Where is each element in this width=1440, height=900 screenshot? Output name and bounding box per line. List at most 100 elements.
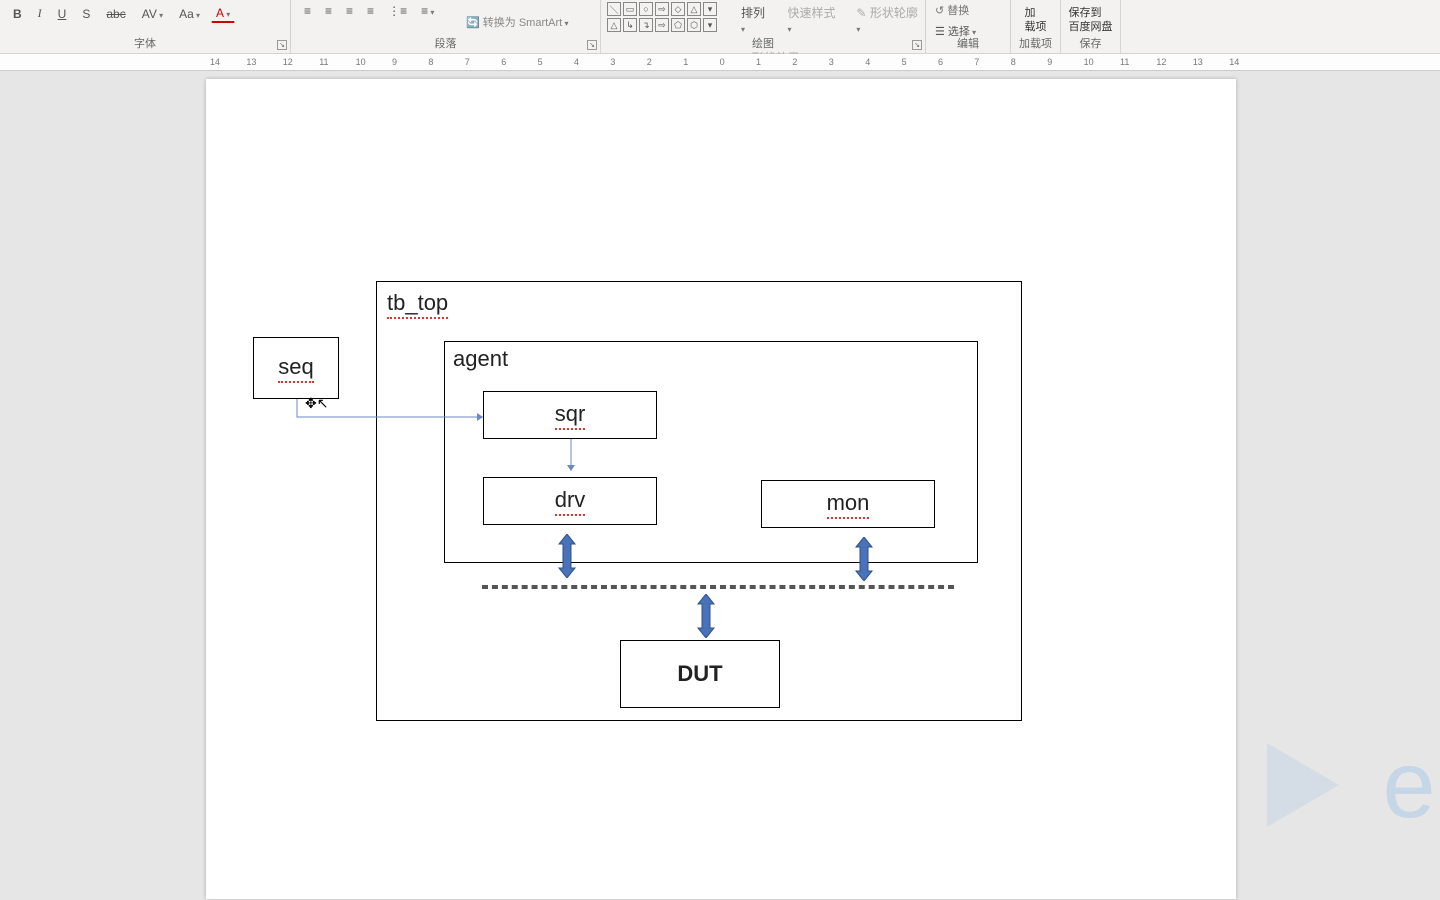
smartart-row: 🔄 转换为 SmartArt [461, 12, 573, 32]
ribbon-group-addin-label: 加载项 [1011, 35, 1060, 53]
watermark-text: ev [1383, 731, 1440, 840]
ruler-tick: 3 [610, 54, 615, 70]
drawing-dialog-launcher[interactable]: ↘ [912, 40, 922, 50]
select-button[interactable]: ☰ 选择 [930, 21, 981, 41]
align-justify-button[interactable]: ≡ [362, 2, 379, 20]
ribbon: B I U S abc AV Aa A 字体 ↘ ≡ ≡ ≡ ≡ ⋮≡ ≡ 🔄 … [0, 0, 1440, 54]
font-dialog-launcher[interactable]: ↘ [277, 40, 287, 50]
change-case-button[interactable]: Aa [174, 5, 205, 23]
ruler-tick: 6 [501, 54, 506, 70]
ruler-tick: 6 [938, 54, 943, 70]
watermark-play-icon [1243, 725, 1363, 845]
ribbon-group-paragraph: ≡ ≡ ≡ ≡ ⋮≡ ≡ 🔄 转换为 SmartArt 段落 ↘ [290, 0, 600, 53]
shape-mon-label: mon [827, 490, 870, 519]
ruler-tick: 14 [210, 54, 220, 70]
ruler-tick: 9 [392, 54, 397, 70]
addin-button[interactable]: 加 载项 [1011, 0, 1060, 35]
align-left-button[interactable]: ≡ [299, 2, 316, 20]
shape-dut-label: DUT [677, 661, 722, 687]
shape-line-icon[interactable]: ＼ [607, 2, 621, 16]
ruler-tick: 10 [356, 54, 366, 70]
ruler-tick: 5 [902, 54, 907, 70]
ruler-tick: 12 [283, 54, 293, 70]
ruler-tick: 3 [829, 54, 834, 70]
shape-drv[interactable]: drv [483, 477, 657, 525]
char-spacing-button[interactable]: AV [137, 5, 168, 23]
replace-button[interactable]: ↺ 替换 [930, 0, 974, 20]
shape-elbow-icon[interactable]: ↴ [639, 18, 653, 32]
shape-hex-icon[interactable]: ⬡ [687, 18, 701, 32]
shape-rarrow-icon[interactable]: ⇨ [655, 18, 669, 32]
ribbon-group-font-label: 字体 [0, 35, 290, 53]
shape-expand-icon[interactable]: ▾ [703, 18, 717, 32]
underline-button[interactable]: U [53, 5, 72, 23]
ribbon-group-save-label: 保存 [1061, 35, 1120, 53]
save-baidu-button[interactable]: 保存到 百度网盘 [1061, 0, 1120, 35]
ruler-tick: 7 [465, 54, 470, 70]
font-color-button[interactable]: A [211, 4, 235, 23]
shape-agent[interactable]: agent [444, 341, 978, 563]
shape-seq[interactable]: seq [253, 337, 339, 399]
ribbon-group-addin: 加 载项 加载项 [1010, 0, 1060, 53]
ruler-tick: 9 [1047, 54, 1052, 70]
arrow-seq-to-sqr[interactable] [293, 397, 493, 425]
shape-l-icon[interactable]: ↳ [623, 18, 637, 32]
horizontal-ruler: 141312111098765432101234567891011121314 [0, 54, 1440, 71]
bold-button[interactable]: B [8, 5, 27, 23]
shape-diamond-icon[interactable]: ◇ [671, 2, 685, 16]
ribbon-group-edit: ↺ 替换 ☰ 选择 编辑 [925, 0, 1010, 53]
arrow-drv-interface[interactable] [557, 534, 577, 578]
shape-mon[interactable]: mon [761, 480, 935, 528]
shape-circle-icon[interactable]: ○ [639, 2, 653, 16]
workspace: seq ✥↖ tb_top agent sqr drv mon DUT [0, 71, 1440, 900]
shape-tri2-icon[interactable]: △ [607, 18, 621, 32]
arrow-mon-interface[interactable] [854, 537, 874, 581]
shape-tri-icon[interactable]: △ [687, 2, 701, 16]
ruler-tick: 0 [720, 54, 725, 70]
quick-style-button[interactable]: 快速样式 [782, 2, 843, 37]
ruler-tick: 4 [865, 54, 870, 70]
italic-button[interactable]: I [33, 4, 47, 23]
ruler-tick: 13 [1193, 54, 1203, 70]
arrange-button[interactable]: 排列 [736, 2, 774, 37]
shape-more-icon[interactable]: ▾ [703, 2, 717, 16]
interface-line[interactable] [482, 585, 954, 589]
ruler-tick: 4 [574, 54, 579, 70]
shape-gallery[interactable]: ＼ ▭ ○ ⇨ ◇ △ ▾ △ ↳ ↴ ⇨ ⬠ ⬡ ▾ [607, 2, 717, 32]
shape-drv-label: drv [555, 487, 586, 516]
paragraph-dialog-launcher[interactable]: ↘ [587, 40, 597, 50]
watermark: ev [1243, 725, 1440, 845]
ruler-tick: 11 [319, 54, 328, 70]
ruler-tick: 7 [974, 54, 979, 70]
shape-dut[interactable]: DUT [620, 640, 780, 708]
shape-arrow-icon[interactable]: ⇨ [655, 2, 669, 16]
shape-outline-button[interactable]: ✎ 形状轮廓 [851, 2, 925, 37]
shape-agent-label: agent [453, 346, 508, 372]
edit-buttons: ↺ 替换 ☰ 选择 [930, 0, 981, 41]
ribbon-group-drawing: ＼ ▭ ○ ⇨ ◇ △ ▾ △ ↳ ↴ ⇨ ⬠ ⬡ ▾ 排列 快速样式 ✎ 形状… [600, 0, 925, 53]
ruler-tick: 10 [1084, 54, 1094, 70]
ruler-tick: 8 [1011, 54, 1016, 70]
shape-seq-label: seq [278, 354, 313, 383]
line-spacing-button[interactable]: ≡ [416, 2, 439, 20]
strikethrough-button[interactable]: abc [101, 5, 130, 23]
ribbon-group-paragraph-label: 段落 [291, 35, 600, 53]
ribbon-group-save: 保存到 百度网盘 保存 [1060, 0, 1120, 53]
shape-rect-icon[interactable]: ▭ [623, 2, 637, 16]
ruler-tick: 12 [1156, 54, 1166, 70]
shadow-button[interactable]: S [77, 5, 95, 23]
ruler-tick: 5 [538, 54, 543, 70]
arrow-sqr-to-drv[interactable] [564, 439, 578, 479]
smartart-button[interactable]: 🔄 转换为 SmartArt [461, 12, 573, 32]
ruler-tick: 2 [647, 54, 652, 70]
shape-pent-icon[interactable]: ⬠ [671, 18, 685, 32]
ribbon-group-font: B I U S abc AV Aa A 字体 ↘ [0, 0, 290, 53]
shape-sqr[interactable]: sqr [483, 391, 657, 439]
align-center-button[interactable]: ≡ [320, 2, 337, 20]
ruler-tick: 1 [756, 54, 761, 70]
arrow-interface-dut[interactable] [696, 594, 716, 638]
ruler-tick: 1 [683, 54, 688, 70]
list-button[interactable]: ⋮≡ [383, 2, 412, 20]
document-page[interactable]: seq ✥↖ tb_top agent sqr drv mon DUT [206, 79, 1236, 899]
align-right-button[interactable]: ≡ [341, 2, 358, 20]
